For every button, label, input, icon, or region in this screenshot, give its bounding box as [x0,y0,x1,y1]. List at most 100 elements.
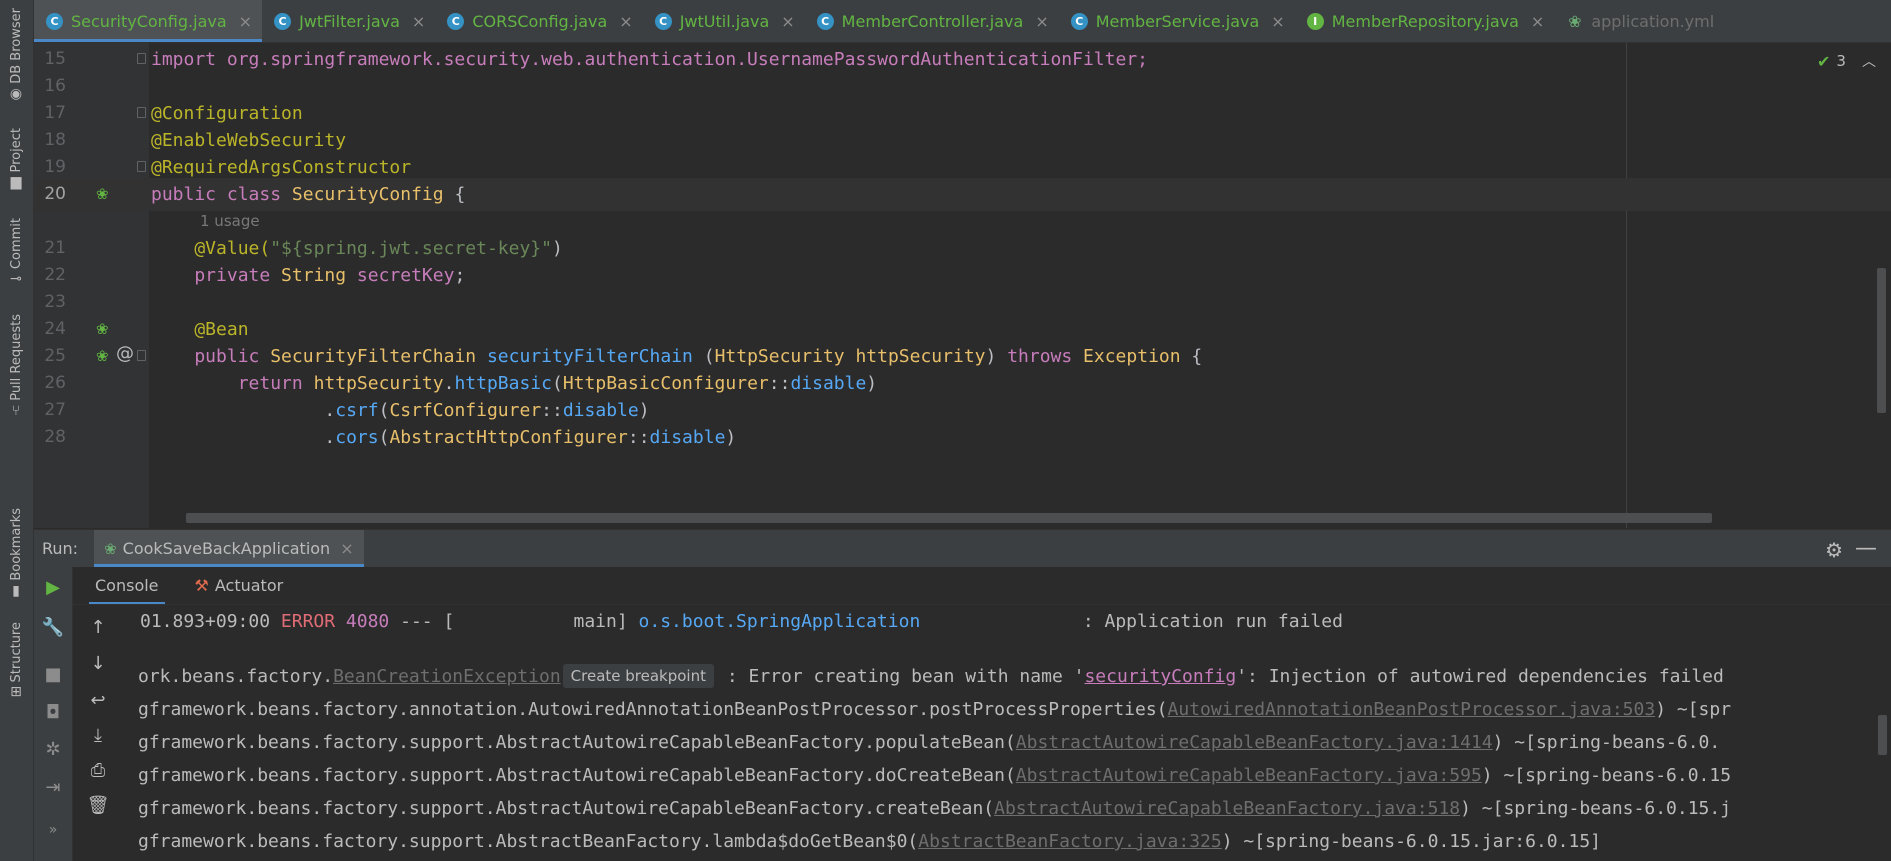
punctuation: ) [638,400,650,421]
more-icon[interactable]: » [34,822,72,838]
tab-label: MemberRepository.java [1331,11,1519,31]
spring-bean-icon[interactable]: ❀ [96,320,109,338]
rerun-icon[interactable]: ▶ [34,577,72,598]
minimize-icon[interactable]: — [1855,536,1877,561]
source-link[interactable]: AbstractAutowireCapableBeanFactory.java:… [1016,732,1493,753]
project-tool[interactable]: Project ▆ [4,128,28,189]
fold-icon[interactable] [137,350,146,361]
at-icon[interactable]: @ [116,345,134,363]
pull-requests-tool[interactable]: Pull Requests ⑂ [4,314,28,418]
annotation: @Value( [151,238,271,259]
structure-tool[interactable]: Structure ⊞ [4,622,28,699]
tab-securityconfig[interactable]: C SecurityConfig.java × [34,0,263,42]
source-link[interactable]: AbstractAutowireCapableBeanFactory.java:… [1016,765,1482,786]
settings-icon[interactable]: ✲ [34,739,72,760]
tab-memberservice[interactable]: C MemberService.java × [1059,0,1295,42]
close-icon[interactable]: × [340,539,353,558]
method-name: disable [649,427,726,448]
tab-corsconfig[interactable]: C CORSConfig.java × [435,0,642,42]
bean-link[interactable]: securityConfig [1084,666,1236,687]
source-link[interactable]: AbstractBeanFactory.java:325 [918,831,1221,852]
keyword: throws [1007,346,1084,367]
close-icon[interactable]: × [239,12,252,31]
method-name: disable [790,373,867,394]
tab-label: Console [95,576,159,595]
tab-actuator[interactable]: ⚒ Actuator [181,567,298,604]
run-panel-header: Run: ❀ CookSaveBackApplication × ⚙ — [34,529,1891,567]
create-breakpoint-button[interactable]: Create breakpoint [562,664,714,688]
arrow-up-icon[interactable]: ↑ [79,617,117,638]
close-icon[interactable]: × [1531,12,1544,31]
stack-text: ) ~[spring-beans-6.0. [1492,732,1721,753]
tab-console[interactable]: Console [81,567,173,604]
type-name: AbstractHttpConfigurer [389,427,628,448]
line-number: 28 [44,427,66,447]
wrench-icon[interactable]: 🔧 [34,617,72,638]
yml-icon: ❀ [1568,11,1582,31]
left-tool-strip: DB Browser ◉ Project ▆ Commit ⊸ Pull Req… [0,0,34,861]
console-line: gframework.beans.factory.support.Abstrac… [138,759,1731,792]
stop-icon[interactable]: ■ [34,664,72,685]
parameter-name: httpSecurity [855,346,986,367]
actuator-icon: ⚒ [194,576,209,595]
stack-text: ) ~[spring-beans-6.0.15.jar:6.0.15] [1221,831,1601,852]
tab-application-yml[interactable]: ❀ application.yml [1554,0,1724,42]
soft-wrap-icon[interactable]: ↩ [79,690,117,711]
bookmark-icon: ▮ [12,582,20,599]
tab-label: Actuator [214,576,284,595]
keyword: public [151,346,271,367]
tab-label: MemberController.java [841,11,1024,31]
code-text: .cors(AbstractHttpConfigurer::disable) [151,421,736,454]
horizontal-scrollbar[interactable] [186,513,1712,523]
logger-name: o.s.boot.SpringApplication [638,611,921,632]
method-name: securityFilterChain [486,346,704,367]
source-link[interactable]: AutowiredAnnotationBeanPostProcessor.jav… [1168,699,1656,720]
arrow-down-icon[interactable]: ↓ [79,653,117,674]
tab-jwtutil[interactable]: C JwtUtil.java × [643,0,805,42]
db-icon: ◉ [9,85,23,102]
tab-membercontroller[interactable]: C MemberController.java × [805,0,1059,42]
commit-tool[interactable]: Commit ⊸ [4,218,28,286]
fold-icon[interactable] [137,161,146,172]
scroll-to-end-icon[interactable]: ⤓ [79,725,117,746]
source-link[interactable]: AbstractAutowireCapableBeanFactory.java:… [994,798,1460,819]
keyword: import org.springframework.security.web.… [151,49,1148,70]
fold-icon[interactable] [137,53,146,64]
db-browser-tool[interactable]: DB Browser ◉ [4,8,28,101]
print-icon[interactable]: ⎙ [79,760,117,781]
keyword: private [151,265,282,286]
punctuation: :: [768,373,791,394]
string-literal: "${spring.jwt.secret-key}" [270,238,552,259]
run-config-tab[interactable]: ❀ CookSaveBackApplication × [94,530,364,567]
spring-bean-icon[interactable]: ❀ [96,185,109,203]
close-icon[interactable]: × [1035,12,1048,31]
fold-icon[interactable] [137,107,146,118]
commit-icon: ⊸ [10,271,22,288]
close-icon[interactable]: × [619,12,632,31]
bookmarks-tool[interactable]: Bookmarks ▮ [4,508,28,598]
exception-link[interactable]: BeanCreationException [333,666,561,687]
spring-bean-icon[interactable]: ❀ [96,347,109,365]
code-editor[interactable]: ✔ 3 ︿ ﹀ 15 import org.springframework.se… [34,43,1891,528]
close-icon[interactable]: × [412,12,425,31]
console-scrollbar[interactable] [1878,715,1887,755]
console-output[interactable]: 01.893+09:00 ERROR 4080 --- [ main] o.s.… [118,605,1891,861]
punctuation: . [443,373,455,394]
close-icon[interactable]: × [1271,12,1284,31]
parameter-name: httpSecurity [313,373,444,394]
tab-label: SecurityConfig.java [71,11,227,31]
trash-icon[interactable]: 🗑 [79,795,117,816]
vertical-scrollbar[interactable] [1877,268,1886,413]
gear-icon[interactable]: ⚙ [1825,538,1843,562]
method-name: disable [562,400,639,421]
class-icon: C [816,12,834,30]
run-label: Run: [42,539,79,558]
spring-boot-icon: ❀ [104,539,117,558]
tab-label: application.yml [1591,11,1715,31]
camera-icon[interactable]: ◘ [34,702,72,723]
close-icon[interactable]: × [781,12,794,31]
tab-jwtfilter[interactable]: C JwtFilter.java × [262,0,435,42]
tab-memberrepository[interactable]: I MemberRepository.java × [1295,0,1555,42]
stack-text: ) ~[spr [1655,699,1732,720]
exit-icon[interactable]: ⇥ [34,777,72,798]
